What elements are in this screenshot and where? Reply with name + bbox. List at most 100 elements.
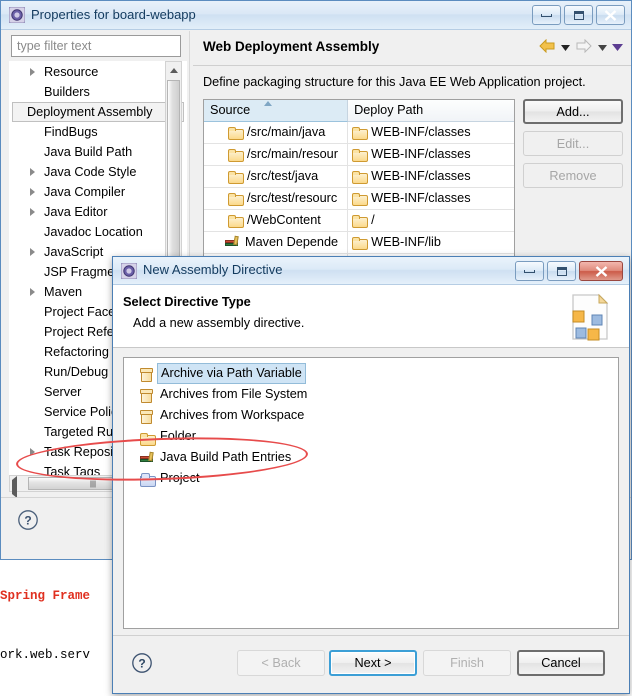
- help-question-icon[interactable]: ?: [17, 509, 39, 531]
- column-header-source[interactable]: Source: [204, 100, 349, 122]
- minimize-button[interactable]: [515, 261, 544, 281]
- tree-item-label: Java Build Path: [44, 145, 133, 159]
- minimize-button[interactable]: [532, 5, 561, 25]
- tree-item-label: Builders: [44, 85, 90, 99]
- forward-dropdown-icon[interactable]: [598, 41, 607, 55]
- wizard-page-icon: [559, 289, 615, 345]
- cell-deploy-path: WEB-INF/classes: [348, 166, 514, 187]
- sidebar-item-java-code-style[interactable]: Java Code Style: [10, 162, 186, 182]
- tree-item-label: Deployment Assembly: [27, 105, 153, 119]
- tree-item-label: Resource: [44, 65, 99, 79]
- cell-text: /src/test/resourc: [247, 191, 338, 205]
- cell-text: /src/main/resour: [247, 147, 338, 161]
- sidebar-item-deployment-assembly[interactable]: Deployment Assembly: [12, 102, 184, 122]
- title-divider: [193, 65, 631, 66]
- sidebar-item-java-editor[interactable]: Java Editor: [10, 202, 186, 222]
- folder-icon: [352, 236, 369, 250]
- back-button[interactable]: < Back: [237, 650, 325, 676]
- chevron-right-icon[interactable]: [30, 448, 35, 456]
- chevron-right-icon[interactable]: [30, 208, 35, 216]
- add-button[interactable]: Add...: [523, 99, 623, 124]
- cancel-button[interactable]: Cancel: [517, 650, 605, 676]
- list-item-archives-from-workspace[interactable]: Archives from Workspace: [124, 405, 618, 426]
- finish-button[interactable]: Finish: [423, 650, 511, 676]
- column-header-deploy-path[interactable]: Deploy Path: [348, 100, 514, 122]
- list-item-archives-from-file-system[interactable]: Archives from File System: [124, 384, 618, 405]
- table-row[interactable]: /src/main/resour WEB-INF/classes: [204, 144, 514, 166]
- properties-window-title: Properties for board-webapp: [31, 7, 196, 22]
- dialog-titlebar: New Assembly Directive: [113, 257, 629, 285]
- column-header-label: Source: [210, 103, 251, 117]
- cell-source: /WebContent: [204, 210, 349, 231]
- table-row[interactable]: Maven Depende WEB-INF/lib: [204, 232, 514, 254]
- folder-icon: [352, 214, 369, 228]
- cell-deploy-path: WEB-INF/classes: [348, 122, 514, 143]
- chevron-right-icon[interactable]: [30, 188, 35, 196]
- maximize-button[interactable]: [564, 5, 593, 25]
- list-item-java-build-path-entries[interactable]: Java Build Path Entries: [124, 447, 618, 468]
- back-arrow-icon[interactable]: [538, 38, 556, 56]
- next-button[interactable]: Next >: [329, 650, 417, 676]
- remove-button[interactable]: Remove: [523, 163, 623, 188]
- list-item-label: Archives from Workspace: [160, 408, 305, 422]
- back-dropdown-icon[interactable]: [561, 41, 570, 55]
- folder-icon: [352, 170, 369, 184]
- assembly-table[interactable]: Source Deploy Path /src/main/java WEB-IN…: [203, 99, 515, 279]
- list-item-archive-via-path-variable[interactable]: Archive via Path Variable: [124, 363, 618, 384]
- scroll-up-button[interactable]: [166, 62, 181, 79]
- tree-item-label: JavaScript: [44, 245, 104, 259]
- sidebar-item-findbugs[interactable]: FindBugs: [10, 122, 186, 142]
- maximize-button[interactable]: [547, 261, 576, 281]
- cell-text: Maven Depende: [245, 235, 339, 249]
- sidebar-item-builders[interactable]: Builders: [10, 82, 186, 102]
- tree-item-label: Java Editor: [44, 205, 108, 219]
- cell-text: /WebContent: [247, 213, 321, 227]
- chevron-right-icon[interactable]: [30, 248, 35, 256]
- folder-icon: [352, 192, 369, 206]
- list-item-project[interactable]: Project: [124, 468, 618, 489]
- dialog-button-bar: ? < Back Next > Finish Cancel: [113, 635, 629, 693]
- sidebar-item-java-build-path[interactable]: Java Build Path: [10, 142, 186, 162]
- edit-button[interactable]: Edit...: [523, 131, 623, 156]
- cell-deploy-path: WEB-INF/lib: [348, 232, 514, 253]
- table-row[interactable]: /src/test/java WEB-INF/classes: [204, 166, 514, 188]
- cell-text: WEB-INF/classes: [371, 125, 471, 139]
- directive-type-list[interactable]: Archive via Path Variable Archives from …: [123, 357, 619, 629]
- chevron-right-icon[interactable]: [30, 68, 35, 76]
- list-item-label: Java Build Path Entries: [160, 450, 292, 464]
- help-question-icon[interactable]: ?: [131, 652, 153, 674]
- folder-icon: [228, 170, 244, 184]
- dialog-window-controls: [515, 261, 623, 281]
- console-line: ork.web.serv: [0, 647, 91, 662]
- cell-text: WEB-INF/lib: [371, 235, 441, 249]
- list-item-label: Archives from File System: [160, 387, 308, 401]
- cell-source: /src/test/resourc: [204, 188, 349, 209]
- table-row[interactable]: /WebContent /: [204, 210, 514, 232]
- cell-deploy-path: WEB-INF/classes: [348, 144, 514, 165]
- table-row[interactable]: /src/test/resourc WEB-INF/classes: [204, 188, 514, 210]
- filter-input[interactable]: type filter text: [11, 35, 181, 57]
- table-header-row: Source Deploy Path: [204, 100, 514, 122]
- sidebar-item-java-compiler[interactable]: Java Compiler: [10, 182, 186, 202]
- cell-source: Maven Depende: [204, 232, 349, 253]
- scroll-left-button[interactable]: [12, 476, 17, 498]
- cell-deploy-path: WEB-INF/classes: [348, 188, 514, 209]
- tree-item-label: Server: [44, 385, 82, 399]
- cell-text: /src/main/java: [247, 125, 326, 139]
- properties-titlebar: Properties for board-webapp: [1, 1, 631, 30]
- caret-left-icon: [12, 476, 17, 498]
- forward-arrow-icon[interactable]: [575, 38, 593, 56]
- table-row[interactable]: /src/main/java WEB-INF/classes: [204, 122, 514, 144]
- sidebar-item-resource[interactable]: Resource: [10, 62, 186, 82]
- list-item-folder[interactable]: Folder: [124, 426, 618, 447]
- sidebar-item-javadoc-location[interactable]: Javadoc Location: [10, 222, 186, 242]
- caret-up-icon: [169, 68, 178, 73]
- view-menu-dropdown-icon[interactable]: [612, 41, 623, 55]
- chevron-right-icon[interactable]: [30, 168, 35, 176]
- chevron-right-icon[interactable]: [30, 288, 35, 296]
- close-button[interactable]: [596, 5, 625, 25]
- dialog-header: Select Directive Type Add a new assembly…: [113, 285, 629, 348]
- list-item-label: Archive via Path Variable: [157, 363, 306, 384]
- close-button[interactable]: [579, 261, 623, 281]
- eclipse-gear-icon: [120, 262, 138, 280]
